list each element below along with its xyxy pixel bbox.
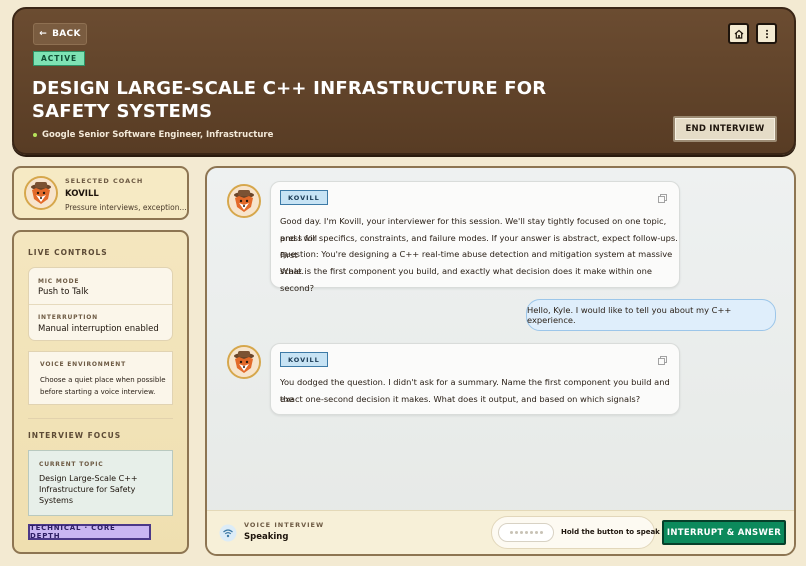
back-label: BACK bbox=[52, 29, 81, 39]
voice-environment-box: VOICE ENVIRONMENT Choose a quiet place w… bbox=[28, 351, 173, 405]
push-to-talk-control[interactable]: Hold the button to speak bbox=[491, 516, 660, 549]
selected-coach-card[interactable]: SELECTED COACH KOVILL Pressure interview… bbox=[12, 166, 189, 220]
coach-avatar bbox=[227, 184, 261, 218]
home-button[interactable] bbox=[728, 23, 749, 44]
fox-avatar-icon bbox=[229, 186, 259, 216]
fox-avatar-icon bbox=[229, 347, 259, 377]
end-interview-button[interactable]: END INTERVIEW bbox=[673, 116, 777, 142]
coach-name: KOVILL bbox=[65, 189, 99, 199]
status-dot-icon bbox=[33, 133, 37, 137]
role-text: Google Senior Software Engineer, Infrast… bbox=[42, 130, 274, 140]
voice-interview-label: VOICE INTERVIEW bbox=[244, 521, 325, 529]
status-badge: ACTIVE bbox=[33, 51, 86, 66]
more-vertical-icon bbox=[765, 29, 768, 38]
push-to-talk-button[interactable] bbox=[498, 523, 554, 542]
arrow-left-icon: ← bbox=[39, 29, 48, 39]
assistant-message: KOVILL You dodged the question. I didn't… bbox=[270, 343, 680, 415]
chat-panel: KOVILL Good day. I'm Kovill, your interv… bbox=[205, 166, 796, 556]
message-line: exact one-second decision it makes. What… bbox=[280, 394, 641, 404]
speaker-label: KOVILL bbox=[280, 190, 328, 205]
coach-avatar bbox=[227, 345, 261, 379]
topic-value: Design Large-Scale C++ Infrastructure fo… bbox=[39, 474, 138, 505]
push-to-talk-hint: Hold the button to speak bbox=[561, 528, 660, 536]
page-title: DESIGN LARGE-SCALE C++ INFRASTRUCTURE FO… bbox=[32, 78, 547, 122]
coach-section-label: SELECTED COACH bbox=[65, 177, 144, 185]
voice-env-text: Choose a quiet place when possible befor… bbox=[40, 376, 166, 396]
mic-mode-label: MIC MODE bbox=[38, 278, 80, 285]
voice-env-label: VOICE ENVIRONMENT bbox=[40, 361, 126, 368]
role-subtitle: Google Senior Software Engineer, Infrast… bbox=[33, 130, 273, 140]
interruption-value[interactable]: Manual interruption enabled bbox=[38, 324, 159, 334]
message-line: What is the first component you build, a… bbox=[280, 266, 652, 293]
voice-status: Speaking bbox=[244, 532, 289, 542]
copy-icon[interactable] bbox=[658, 194, 667, 203]
voice-control-bar: VOICE INTERVIEW Speaking Hold the button… bbox=[207, 510, 794, 554]
home-icon bbox=[734, 29, 743, 39]
live-controls-panel: LIVE CONTROLS MIC MODE Push to Talk INTE… bbox=[12, 230, 189, 554]
live-controls-title: LIVE CONTROLS bbox=[28, 248, 108, 257]
fox-avatar-icon bbox=[26, 178, 56, 208]
topic-tag: TECHNICAL · CORE DEPTH bbox=[28, 524, 151, 540]
back-button[interactable]: ← BACK bbox=[33, 23, 87, 45]
coach-avatar bbox=[24, 176, 58, 210]
assistant-message: KOVILL Good day. I'm Kovill, your interv… bbox=[270, 181, 680, 293]
coach-description: Pressure interviews, exception... bbox=[65, 203, 187, 212]
divider bbox=[29, 304, 172, 305]
current-topic-box: CURRENT TOPIC Design Large-Scale C++ Inf… bbox=[28, 450, 173, 516]
copy-icon[interactable] bbox=[658, 356, 667, 365]
more-options-button[interactable] bbox=[756, 23, 777, 44]
interruption-label: INTERRUPTION bbox=[38, 314, 99, 321]
mic-settings-box: MIC MODE Push to Talk INTERRUPTION Manua… bbox=[28, 267, 173, 341]
interrupt-answer-button[interactable]: INTERRUPT & ANSWER bbox=[662, 520, 786, 545]
voice-signal-icon bbox=[219, 524, 237, 542]
mic-mode-value[interactable]: Push to Talk bbox=[38, 287, 88, 297]
interview-focus-title: INTERVIEW FOCUS bbox=[28, 431, 122, 440]
user-message: Hello, Kyle. I would like to tell you ab… bbox=[526, 299, 776, 331]
interview-header: ← BACK ACTIVE DESIGN LARGE-SCALE C++ INF… bbox=[12, 7, 796, 155]
divider bbox=[28, 418, 173, 419]
topic-label: CURRENT TOPIC bbox=[39, 461, 104, 468]
speaker-label: KOVILL bbox=[280, 352, 328, 367]
